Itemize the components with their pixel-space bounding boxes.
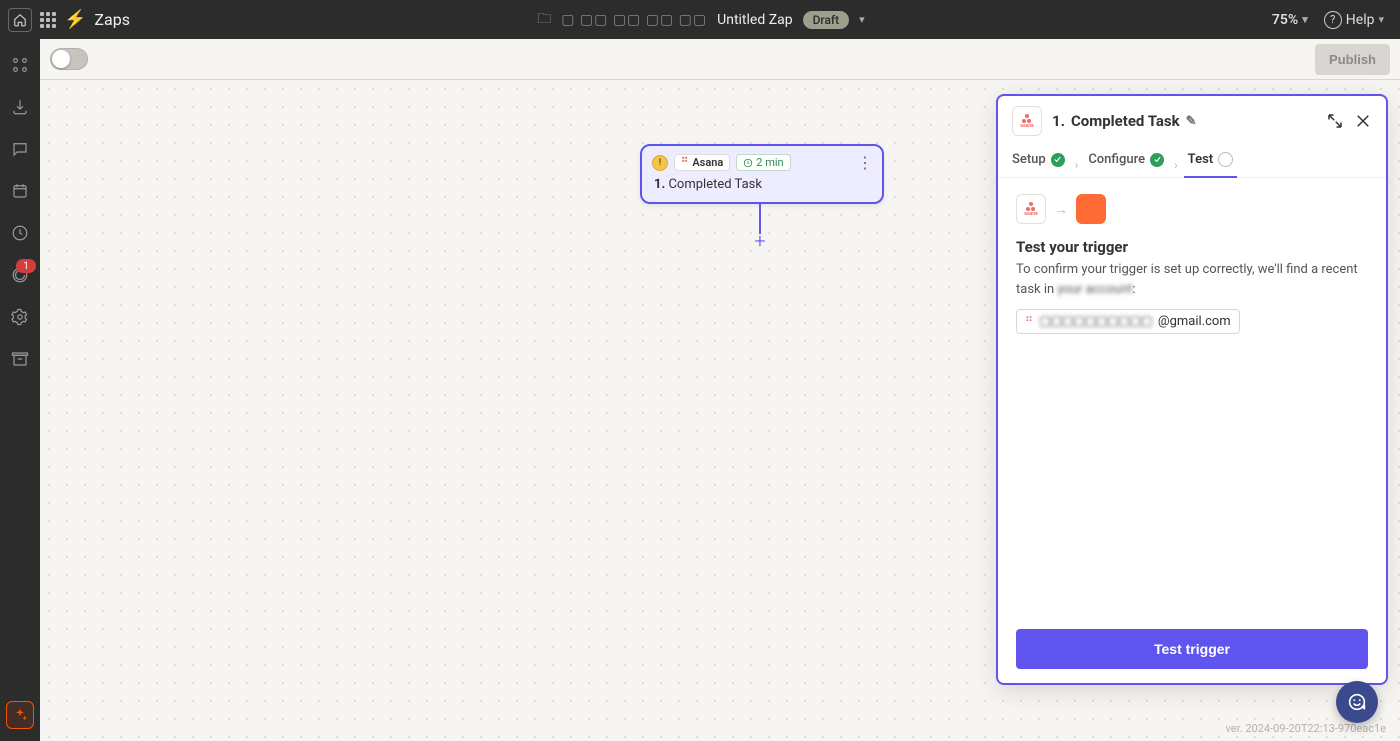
panel-title-prefix: 1. — [1052, 112, 1065, 130]
expand-icon[interactable] — [1326, 112, 1344, 130]
version-label: ver. 2024-09-20T22:13-970eac1e — [1226, 722, 1386, 735]
step-title: Completed Task — [668, 177, 762, 192]
help-label: Help — [1346, 12, 1375, 28]
arrow-right-icon: → — [1054, 201, 1068, 218]
rail-ai-button[interactable] — [6, 701, 34, 729]
step-label: Setup — [1012, 152, 1046, 167]
zapier-bolt-icon: ⚡ — [64, 9, 86, 30]
step-number: 1. — [654, 177, 665, 192]
chevron-right-icon: › — [1075, 158, 1079, 172]
step-panel: asana 1. Completed Task ✎ Setup — [996, 94, 1388, 685]
test-description: To confirm your trigger is set up correc… — [1016, 260, 1368, 299]
rail-versions-icon[interactable]: 1 — [10, 265, 30, 285]
zoom-control[interactable]: 75% ▾ — [1272, 12, 1308, 28]
step-tab-test[interactable]: Test — [1188, 152, 1233, 177]
trigger-node[interactable]: ! ⠛ Asana 2 min ⋮ 1. Completed Task — [640, 144, 884, 204]
help-menu[interactable]: ? Help ▾ — [1324, 11, 1384, 29]
polling-chip: 2 min — [736, 154, 790, 171]
zap-enabled-toggle[interactable] — [50, 48, 88, 70]
asana-icon: ⠛ — [681, 157, 688, 168]
add-step-button[interactable]: + — [751, 232, 769, 250]
rail-archive-icon[interactable] — [10, 349, 30, 369]
rail-import-icon[interactable] — [10, 97, 30, 117]
app-name: Asana — [692, 156, 723, 169]
check-icon — [1051, 153, 1065, 167]
warning-icon: ! — [652, 155, 668, 171]
edit-title-icon[interactable]: ✎ — [1186, 114, 1197, 129]
polling-value: 2 min — [756, 156, 783, 169]
breadcrumb-obscured: ▢ ▢▢ ▢▢ ▢▢ ▢▢ — [561, 12, 707, 28]
close-icon[interactable] — [1354, 112, 1372, 130]
help-icon: ? — [1324, 11, 1342, 29]
rail-badge: 1 — [16, 259, 36, 273]
chevron-down-icon: ▾ — [1302, 13, 1308, 26]
chevron-down-icon: ▾ — [1378, 13, 1384, 26]
support-fab[interactable] — [1336, 681, 1378, 723]
rail-history-icon[interactable] — [10, 223, 30, 243]
rail-apps-icon[interactable] — [10, 55, 30, 75]
account-email-obscured: ▢▢▢▢▢▢▢▢▢▢ — [1039, 314, 1152, 329]
rail-settings-icon[interactable] — [10, 307, 30, 327]
rail-comments-icon[interactable] — [10, 139, 30, 159]
test-heading: Test your trigger — [1016, 238, 1368, 256]
panel-title: Completed Task — [1071, 112, 1180, 130]
panel-app-icon: asana — [1012, 106, 1042, 136]
step-label: Configure — [1088, 152, 1145, 167]
section-title: Zaps — [94, 10, 130, 29]
account-chip: ⠛ ▢▢▢▢▢▢▢▢▢▢ @gmail.com — [1016, 309, 1240, 334]
from-app-icon: asana — [1016, 194, 1046, 224]
publish-button[interactable]: Publish — [1315, 44, 1390, 75]
step-label: Test — [1188, 152, 1213, 167]
rail-calendar-icon[interactable] — [10, 181, 30, 201]
test-trigger-button[interactable]: Test trigger — [1016, 629, 1368, 669]
zoom-value: 75% — [1272, 12, 1298, 28]
status-chip: Draft — [803, 11, 850, 29]
apps-grid-icon[interactable] — [40, 12, 56, 28]
to-app-icon — [1076, 194, 1106, 224]
radio-unchecked-icon — [1218, 152, 1233, 167]
node-menu-icon[interactable]: ⋮ — [857, 159, 872, 167]
home-button[interactable] — [8, 8, 32, 32]
step-tab-setup[interactable]: Setup — [1012, 152, 1065, 177]
asana-icon: ⠛ — [1025, 315, 1033, 328]
account-email-suffix: @gmail.com — [1158, 314, 1231, 329]
app-chip: ⠛ Asana — [674, 154, 730, 171]
chevron-right-icon: › — [1174, 158, 1178, 172]
check-icon — [1150, 153, 1164, 167]
step-tab-configure[interactable]: Configure — [1088, 152, 1164, 177]
folder-icon: 🗀 — [537, 8, 551, 32]
editor-canvas[interactable]: ! ⠛ Asana 2 min ⋮ 1. Completed Task — [40, 80, 1400, 741]
zap-menu-chevron-icon[interactable]: ▾ — [859, 13, 865, 26]
zap-name[interactable]: Untitled Zap — [717, 12, 792, 28]
